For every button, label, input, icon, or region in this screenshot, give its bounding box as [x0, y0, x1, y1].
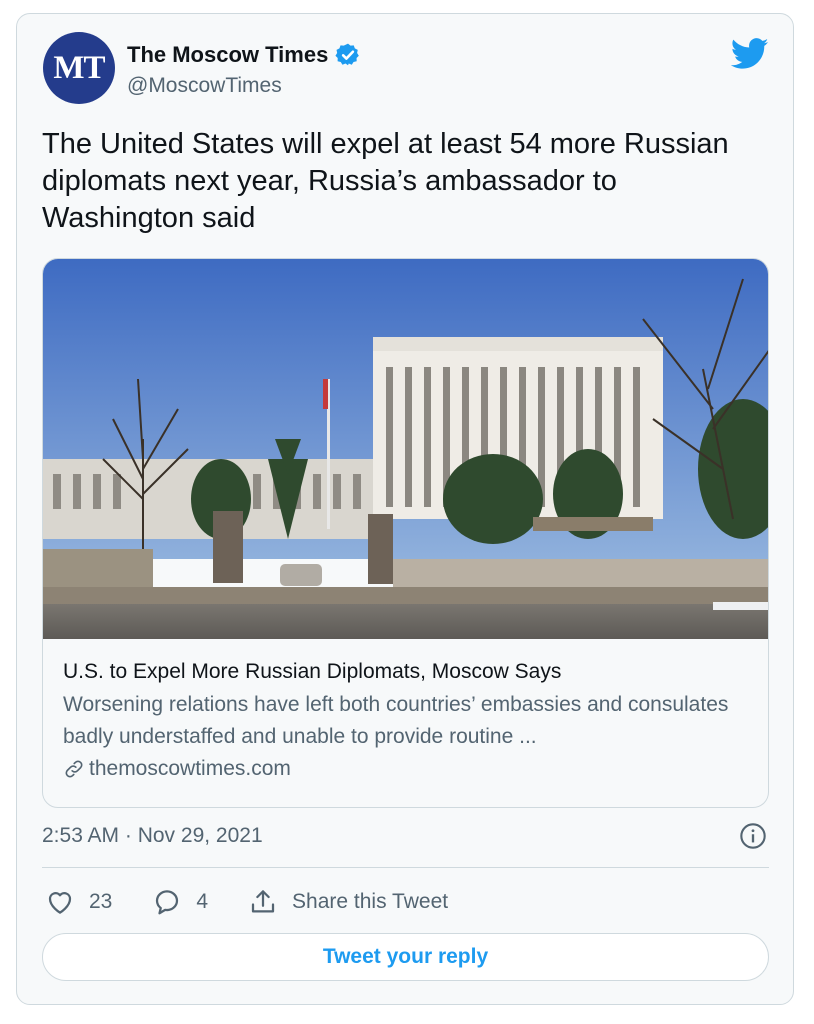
- tweet-card: MT The Moscow Times @MoscowTimes The Uni…: [16, 13, 794, 1005]
- divider: [42, 867, 769, 868]
- reply-count: 4: [196, 890, 209, 913]
- author-name[interactable]: The Moscow Times: [127, 42, 328, 68]
- reply-button-label: Tweet your reply: [322, 945, 489, 968]
- like-button[interactable]: 23: [45, 887, 112, 917]
- author-handle[interactable]: @MoscowTimes: [127, 74, 282, 98]
- link-preview-info: U.S. to Expel More Russian Diplomats, Mo…: [63, 657, 753, 785]
- tweet-timestamp[interactable]: 2:53 AM · Nov 29, 2021: [42, 824, 263, 848]
- heart-icon: [48, 892, 72, 914]
- info-icon[interactable]: [739, 822, 767, 850]
- author-name-row: The Moscow Times: [127, 42, 361, 68]
- tweet-your-reply-button[interactable]: Tweet your reply: [42, 933, 769, 981]
- link-domain: themoscowtimes.com: [89, 757, 291, 780]
- link-description: Worsening relations have left both count…: [63, 693, 729, 748]
- reply-bubble-icon: [156, 890, 179, 915]
- verified-badge-icon: [335, 43, 360, 66]
- reply-button[interactable]: 4: [152, 887, 208, 917]
- link-icon: [65, 760, 83, 778]
- link-preview-image[interactable]: [43, 259, 769, 639]
- tweet-text: The United States will expel at least 54…: [42, 128, 729, 234]
- twitter-bird-icon[interactable]: [731, 38, 769, 70]
- tweet-actions: 23 4 Share this Tweet: [45, 884, 488, 920]
- avatar-text: MT: [53, 49, 105, 86]
- link-preview-card[interactable]: U.S. to Expel More Russian Diplomats, Mo…: [42, 258, 769, 808]
- link-domain-row[interactable]: themoscowtimes.com: [63, 753, 753, 785]
- like-count: 23: [89, 890, 113, 913]
- avatar[interactable]: MT: [43, 32, 115, 104]
- share-icon: [251, 890, 275, 913]
- link-title[interactable]: U.S. to Expel More Russian Diplomats, Mo…: [63, 657, 753, 687]
- share-button[interactable]: Share this Tweet: [248, 887, 448, 917]
- link-description-line: Worsening relations have left both count…: [63, 689, 753, 753]
- share-label: Share this Tweet: [292, 890, 449, 913]
